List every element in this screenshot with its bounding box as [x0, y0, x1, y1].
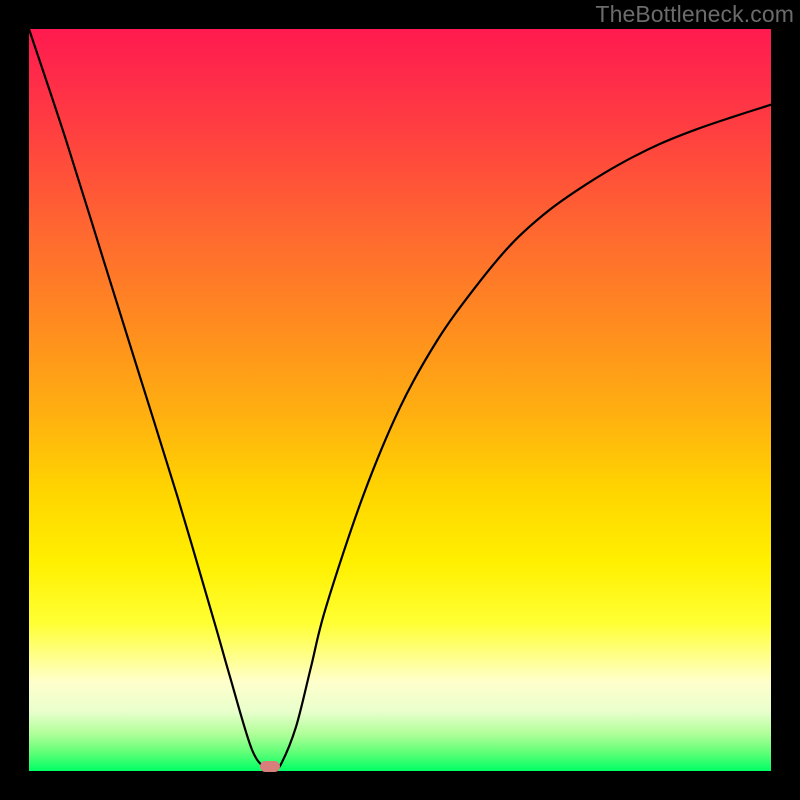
- watermark-text: TheBottleneck.com: [595, 1, 794, 28]
- optimum-marker: [260, 761, 280, 772]
- chart-frame: TheBottleneck.com: [0, 0, 800, 800]
- bottleneck-curve: [29, 29, 771, 771]
- curve-layer: [29, 29, 771, 771]
